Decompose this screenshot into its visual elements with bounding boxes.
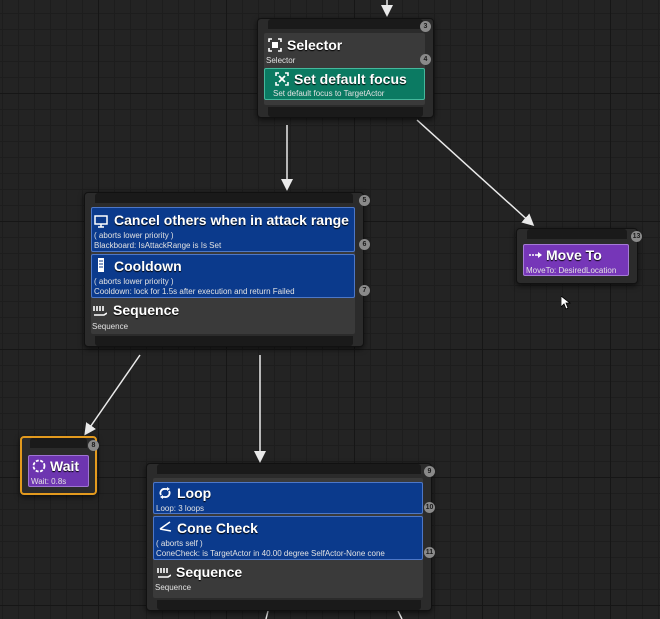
decorator-cancel-title: Cancel others when in attack range: [114, 212, 349, 228]
wire-sequence2-out-b: [397, 610, 403, 619]
wait-body[interactable]: Wait Wait: 0.8s: [28, 455, 89, 487]
wait-input-pin[interactable]: [30, 438, 87, 448]
mouse-cursor-icon: [561, 296, 571, 310]
decorator-cooldown-detail: Cooldown: lock for 1.5s after execution …: [94, 287, 295, 296]
move-arrow-icon: [529, 252, 542, 258]
focus-icon: [275, 72, 289, 86]
selector-input-pin[interactable]: [268, 19, 423, 29]
service-set-default-focus[interactable]: Set default focus Set default focus to T…: [264, 68, 425, 100]
moveto-input-pin[interactable]: [527, 229, 627, 239]
service-title: Set default focus: [294, 71, 407, 87]
moveto-node[interactable]: Move To MoveTo: DesiredLocation 13: [516, 228, 642, 284]
wait-node[interactable]: Wait Wait: 0.8s 8: [20, 436, 99, 495]
decorator-cooldown[interactable]: Cooldown ( aborts lower priority ) Coold…: [91, 254, 355, 298]
selector-icon: [268, 38, 282, 52]
loop-subtitle: Loop: 3 loops: [156, 504, 205, 513]
sequence-subtitle: Sequence: [92, 322, 129, 331]
sequence2-subtitle: Sequence: [155, 583, 192, 592]
wire-sequence2-out-a: [265, 610, 269, 619]
loop-title: Loop: [177, 485, 212, 501]
cone-detail: ConeCheck: is TargetActor in 40.00 degre…: [156, 549, 385, 558]
sequence2-title: Sequence: [176, 564, 243, 580]
wire-selector-to-moveto: [416, 119, 535, 227]
selector-index-badge: 3: [420, 21, 431, 32]
loop-index-badge: 10: [424, 502, 435, 513]
selector-title: Selector: [287, 37, 343, 53]
decorator-cancel-index-badge: 6: [359, 239, 370, 250]
sequence-input-pin[interactable]: [95, 193, 353, 203]
selector-subtitle: Selector: [266, 56, 296, 65]
service-index-badge: 4: [420, 54, 431, 65]
decorator-cooldown-abort: ( aborts lower priority ): [94, 277, 174, 286]
cone-index-badge: 11: [424, 547, 435, 558]
decorator-cooldown-title: Cooldown: [114, 258, 182, 274]
decorator-cooldown-index-badge: 7: [359, 285, 370, 296]
decorator-cancel-others[interactable]: Cancel others when in attack range ( abo…: [91, 207, 355, 252]
sequence2-output-pin[interactable]: [157, 600, 421, 610]
wait-title: Wait: [50, 458, 80, 474]
selector-node[interactable]: Selector Selector Set default focus Set …: [257, 18, 434, 118]
decorator-cancel-detail: Blackboard: IsAttackRange is Is Set: [94, 241, 222, 250]
decorator-cone-check[interactable]: Cone Check ( aborts self ) ConeCheck: is…: [153, 516, 423, 560]
blackboard-icon: [94, 215, 108, 228]
wire-sequence-to-wait: [84, 354, 141, 436]
sequence-title: Sequence: [113, 302, 180, 318]
cone-abort: ( aborts self ): [156, 539, 203, 548]
moveto-body[interactable]: Move To MoveTo: DesiredLocation: [523, 244, 629, 276]
wait-index-badge: 8: [88, 440, 99, 451]
sequence2-index-badge: 9: [424, 466, 435, 477]
sequence-index-badge: 5: [359, 195, 370, 206]
sequence-icon: [93, 306, 107, 316]
moveto-index-badge: 13: [631, 231, 642, 242]
selector-output-pin[interactable]: [268, 107, 423, 117]
decorator-cancel-abort: ( aborts lower priority ): [94, 231, 174, 240]
moveto-title: Move To: [546, 247, 602, 263]
service-subtitle: Set default focus to TargetActor: [273, 89, 385, 98]
loop-icon: [159, 487, 171, 499]
sequence-node[interactable]: Cancel others when in attack range ( abo…: [84, 192, 370, 347]
cooldown-icon: [98, 258, 104, 272]
wait-icon: [32, 459, 46, 473]
decorator-loop[interactable]: Loop Loop: 3 loops: [153, 482, 423, 514]
sequence2-input-pin[interactable]: [157, 464, 421, 474]
cone-title: Cone Check: [177, 520, 258, 536]
cone-icon: [159, 521, 172, 532]
sequence-output-pin[interactable]: [95, 336, 353, 346]
sequence2-node[interactable]: Loop Loop: 3 loops Cone Check ( aborts s…: [146, 463, 435, 611]
sequence2-icon: [157, 568, 171, 578]
moveto-subtitle: MoveTo: DesiredLocation: [526, 266, 617, 275]
wait-subtitle: Wait: 0.8s: [31, 477, 67, 486]
